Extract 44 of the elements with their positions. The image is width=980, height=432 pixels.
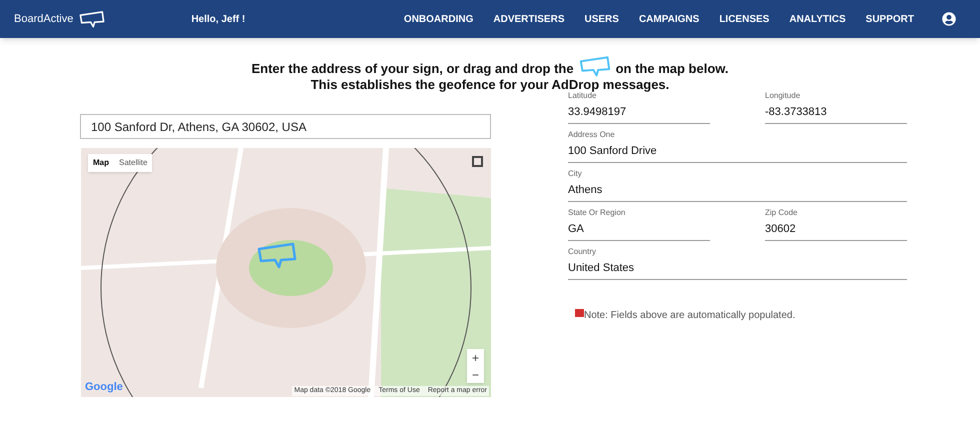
field-value: -83.3733813 [765, 105, 828, 120]
field-label: Address One [568, 129, 616, 141]
field-value: 30602 [765, 222, 797, 237]
field-label: City [568, 168, 583, 180]
nav-link[interactable]: ONBOARDING [404, 12, 474, 26]
field-value: United States [568, 261, 636, 276]
field-label: Country [568, 246, 598, 258]
zoom-in-button[interactable]: + [467, 349, 484, 366]
form-field[interactable]: State Or Region GA [568, 207, 710, 241]
address-search-field[interactable]: 100 Sanford Dr, Athens, GA 30602, USA [80, 114, 491, 139]
map-type-button[interactable]: Satellite [114, 154, 152, 172]
instruction-text: on the map below. [616, 61, 729, 77]
field-label: State Or Region [568, 207, 626, 219]
form-field[interactable]: Country United States [568, 246, 907, 280]
form-field[interactable]: City Athens [568, 168, 907, 202]
zoom-out-button[interactable]: − [467, 366, 484, 383]
nav-link[interactable]: ANALYTICS [789, 12, 846, 26]
note-text: Note: Fields above are automatically populated. [584, 309, 796, 323]
nav-link[interactable]: LICENSES [719, 12, 770, 26]
greeting: Hello, Jeff ! [191, 12, 246, 26]
field-label: Longitude [765, 90, 802, 102]
fullscreen-icon[interactable] [472, 156, 483, 167]
sign-marker-icon [256, 241, 298, 269]
brand-logo-icon [79, 10, 106, 28]
nav-link[interactable]: ADVERTISERS [493, 12, 564, 26]
field-value: 33.9498197 [568, 105, 628, 120]
map-logo: Google [85, 380, 123, 394]
nav-link[interactable]: CAMPAIGNS [638, 12, 700, 26]
user-account-icon[interactable] [942, 12, 956, 26]
brand-name[interactable]: BoardActive [14, 10, 74, 28]
field-value: GA [568, 222, 585, 237]
field-value: Athens [568, 183, 604, 198]
instruction-text: Enter the address of your sign, or drag and drop the [251, 61, 574, 77]
nav-link[interactable]: SUPPORT [866, 12, 914, 26]
field-label: Zip Code [765, 207, 798, 219]
form-field[interactable]: Longitude -83.3733813 [765, 90, 907, 124]
map-type-button[interactable]: Map [88, 154, 114, 172]
alert-icon [575, 309, 584, 317]
field-label: Latitude [568, 91, 596, 102]
form-field[interactable]: Address One 100 Sanford Drive [568, 129, 907, 163]
nav-link[interactable]: USERS [584, 12, 619, 26]
field-value: 100 Sanford Drive [568, 144, 658, 159]
form-field[interactable]: Zip Code 30602 [765, 207, 907, 241]
instruction-text: This establishes the geofence for your AdDrop messages. [310, 77, 670, 92]
